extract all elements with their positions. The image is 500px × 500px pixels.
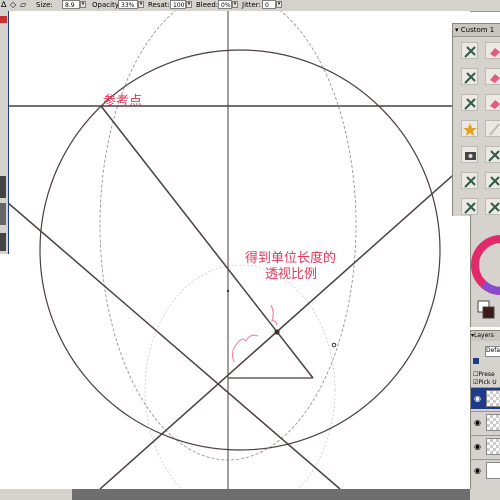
reference-point-label: 参考点 xyxy=(103,94,143,109)
layer-row[interactable]: ◉ xyxy=(471,459,500,481)
brush-panel-header[interactable]: ▾ Custom 1 xyxy=(453,24,500,37)
pen-icon[interactable] xyxy=(485,198,500,215)
blend-mode-select[interactable]: Defa xyxy=(485,346,500,357)
resat-input[interactable]: 100 xyxy=(170,0,186,9)
opacity-input[interactable]: 33% xyxy=(118,0,138,9)
layer-thumbnail xyxy=(486,438,500,455)
opacity-label: Opacity: xyxy=(92,1,121,9)
brush-tool-icon[interactable]: ∆ xyxy=(1,0,6,10)
size-input[interactable]: 8.9 xyxy=(62,0,80,9)
camera-icon[interactable] xyxy=(461,146,478,163)
layer-row[interactable]: ◉ xyxy=(471,411,500,433)
bleed-input[interactable]: 0% xyxy=(218,0,232,9)
status-bar xyxy=(0,489,500,500)
eye-icon[interactable]: ◉ xyxy=(474,418,481,427)
pen-icon[interactable] xyxy=(461,172,478,189)
layer-row[interactable]: ◉ xyxy=(471,435,500,457)
close-icon[interactable] xyxy=(0,16,7,23)
intersection-point xyxy=(274,329,280,335)
faint-guide-ellipse xyxy=(144,264,336,489)
pick-label: Pick U xyxy=(478,379,497,386)
layers-panel: ▾Layers Defa ☐Prese ☑Pick U ◉ ◉ ◉ ◉ xyxy=(470,330,500,489)
small-circle-point xyxy=(331,342,337,348)
layer-thumbnail xyxy=(486,390,500,407)
pen-icon[interactable] xyxy=(461,68,478,85)
pen-icon[interactable] xyxy=(461,198,478,215)
unit-length-label-line2: 透视比例 xyxy=(265,267,318,282)
opacity-dropdown[interactable]: ▾ xyxy=(138,1,144,8)
size-label: Size: xyxy=(36,1,53,9)
drawing-canvas[interactable]: 参考点 得到单位长度的 透视比例 xyxy=(0,11,470,489)
status-bar-right xyxy=(470,489,500,500)
layer-option-icon[interactable] xyxy=(473,358,479,364)
pen-icon[interactable] xyxy=(461,94,478,111)
jitter-input[interactable]: 0 xyxy=(262,0,276,9)
pen-icon[interactable] xyxy=(485,172,500,189)
left-perspective-line xyxy=(0,195,341,489)
pen-icon[interactable] xyxy=(461,42,478,59)
reference-diagonal xyxy=(100,105,314,379)
brush-panel-title: Custom 1 xyxy=(460,26,495,34)
center-point xyxy=(226,289,230,293)
star-icon[interactable] xyxy=(461,120,478,137)
eye-icon[interactable]: ◉ xyxy=(474,466,481,475)
pen-icon[interactable] xyxy=(485,146,500,163)
jitter-label: Jitter: xyxy=(242,1,261,9)
eraser-tool-icon[interactable]: ▱ xyxy=(20,0,26,10)
large-circle xyxy=(39,49,441,451)
thumbnail-2[interactable] xyxy=(0,203,6,225)
jitter-dropdown[interactable]: ▾ xyxy=(276,1,282,8)
layer-row[interactable]: ◉ xyxy=(471,387,500,409)
color-panel xyxy=(470,215,500,327)
pen-tool-icon[interactable]: ◇ xyxy=(10,0,16,10)
eye-icon[interactable]: ◉ xyxy=(474,394,481,403)
right-perspective-line xyxy=(99,159,470,489)
resat-label: Resat: xyxy=(148,1,170,9)
chevron-down-icon[interactable]: ▾ xyxy=(455,26,459,34)
size-dropdown[interactable]: ▾ xyxy=(80,1,86,8)
eye-icon[interactable]: ◉ xyxy=(474,442,481,451)
eraser-icon[interactable] xyxy=(485,42,500,59)
pick-up-underlying-option[interactable]: ☑Pick U xyxy=(473,379,497,386)
layers-panel-header[interactable]: ▾Layers xyxy=(471,331,500,341)
status-bar-left xyxy=(0,489,72,500)
resat-dropdown[interactable]: ▾ xyxy=(186,1,192,8)
bleed-dropdown[interactable]: ▾ xyxy=(232,1,238,8)
eraser-icon[interactable] xyxy=(485,68,500,85)
layer-thumbnail xyxy=(486,462,500,479)
layer-thumbnail xyxy=(486,414,500,431)
preserve-transparency-option[interactable]: ☐Prese xyxy=(473,371,495,378)
preserve-label: Prese xyxy=(478,371,495,378)
eraser-icon[interactable] xyxy=(485,94,500,111)
thumbnail-3[interactable] xyxy=(0,233,6,251)
left-dock-panel xyxy=(0,11,9,254)
brush-panel: ▾ Custom 1 xyxy=(452,23,500,216)
annotation-arrow xyxy=(270,304,278,326)
pencil-icon[interactable] xyxy=(485,120,500,137)
bleed-label: Bleed: xyxy=(196,1,219,9)
color-wheel-icon[interactable] xyxy=(471,215,500,327)
thumbnail-1[interactable] xyxy=(0,176,6,198)
annotation-brace xyxy=(231,334,259,363)
layers-panel-title: Layers xyxy=(474,332,494,339)
perspective-sketch xyxy=(0,11,470,489)
